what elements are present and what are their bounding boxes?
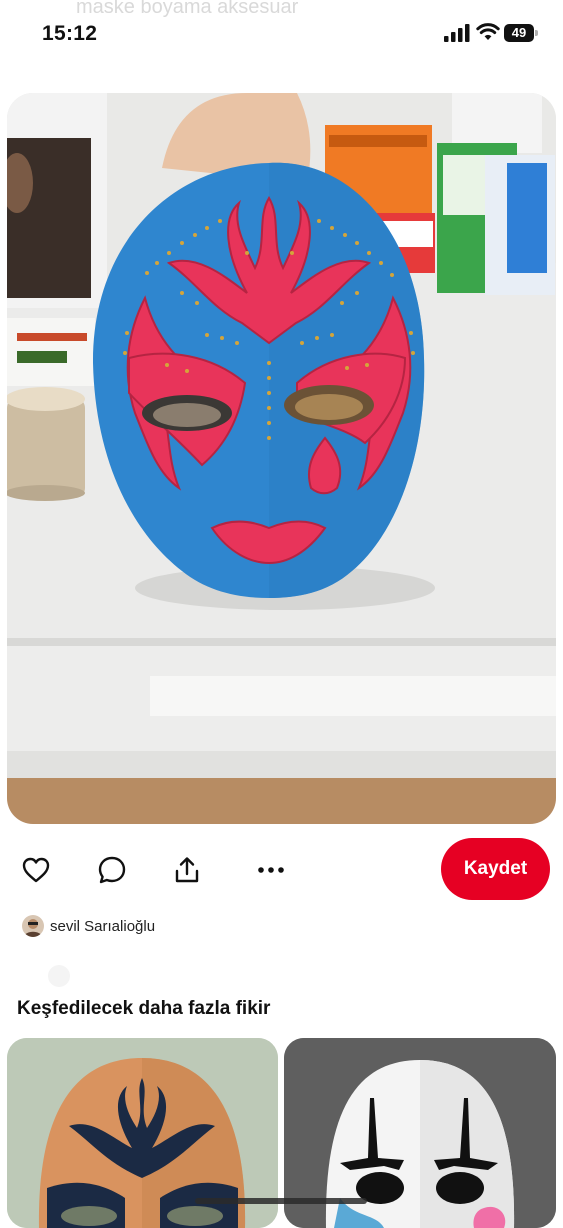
mask-photo (7, 93, 556, 824)
pin-image[interactable] (7, 93, 556, 824)
wifi-icon (476, 23, 500, 40)
share-button[interactable] (170, 853, 204, 887)
battery-icon: 49 (504, 24, 538, 42)
save-button[interactable]: Kaydet (441, 838, 550, 900)
status-bar: maske boyama aksesuar 15:12 49 (0, 0, 563, 66)
comment-button[interactable] (95, 853, 129, 887)
battery-level: 49 (511, 25, 527, 40)
status-time: 15:12 (42, 22, 98, 45)
more-icon (258, 867, 284, 873)
home-indicator[interactable] (195, 1198, 367, 1204)
cellular-signal-icon (444, 24, 470, 42)
pin-action-bar: Kaydet (0, 836, 563, 906)
avatar[interactable] (22, 915, 44, 937)
more-ideas-title: Keşfedilecek daha fazla fikir (17, 998, 271, 1019)
comment-icon (98, 856, 126, 884)
author-name: sevil Sarıalioğlu (50, 917, 156, 935)
heart-icon (22, 857, 50, 883)
faint-decoration (48, 965, 70, 987)
more-options-button[interactable] (254, 853, 288, 887)
share-icon (175, 857, 199, 883)
ghost-page-title: maske boyama aksesuar (76, 0, 299, 18)
like-button[interactable] (19, 853, 53, 887)
avatar-image (22, 915, 44, 937)
pin-author[interactable]: sevil Sarıalioğlu (22, 914, 155, 938)
